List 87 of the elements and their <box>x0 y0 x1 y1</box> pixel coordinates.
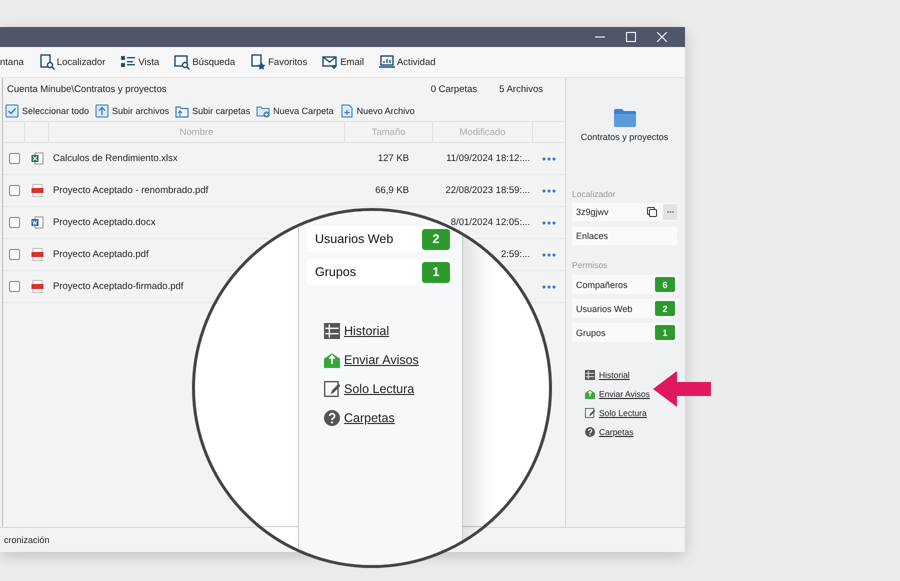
copy-icon[interactable] <box>647 207 657 217</box>
permission-item[interactable]: Usuarios Web 2 <box>572 299 677 318</box>
star-icon <box>250 54 266 70</box>
arrow-icon <box>653 371 711 407</box>
file-name[interactable]: Proyecto Aceptado-firmado.pdf <box>53 281 184 292</box>
document-file-icon <box>30 216 44 229</box>
toolbar-button[interactable]: Email <box>322 54 364 70</box>
permission-item[interactable]: Usuarios Web 2 <box>307 226 452 252</box>
checkbox-icon <box>5 104 19 118</box>
list-icon <box>120 54 136 70</box>
locator-field[interactable]: 3z9gjwv <box>572 203 677 221</box>
toolbar-button[interactable]: Vista <box>120 54 160 70</box>
spreadsheet-file-icon <box>30 152 44 165</box>
toolbar-button[interactable]: Búsqueda <box>174 54 236 70</box>
row-checkbox[interactable] <box>8 153 20 164</box>
locator-code: 3z9gjwv <box>576 207 610 217</box>
more-icon[interactable] <box>542 188 556 192</box>
action-button[interactable]: Subir carpetas <box>175 104 250 118</box>
edit-icon <box>585 408 595 418</box>
sidebar-link[interactable]: Carpetas <box>344 411 395 425</box>
table-icon <box>585 370 595 380</box>
row-checkbox[interactable] <box>8 185 20 196</box>
count-badge: 1 <box>422 262 450 282</box>
file-name[interactable]: Calculos de Rendimiento.xlsx <box>53 153 178 164</box>
upload-icon <box>95 104 110 118</box>
modified-date: 11/09/2024 18:12:... <box>446 153 530 164</box>
file-size: 66,9 KB <box>375 185 409 196</box>
close-icon <box>656 32 666 42</box>
maximize-icon <box>626 32 636 42</box>
action-button[interactable]: Subir archivos <box>95 104 170 118</box>
modified-date: 22/08/2023 18:59:... <box>445 185 530 196</box>
sidebar-link[interactable]: Solo Lectura <box>599 408 647 418</box>
action-button[interactable]: Nueva Carpeta <box>256 104 334 118</box>
links-button[interactable]: Enlaces <box>572 227 677 245</box>
help-icon <box>324 410 340 426</box>
count-badge: 2 <box>655 301 675 316</box>
toolbar-button[interactable]: Localizador <box>38 54 106 70</box>
toolbar-button[interactable]: ntana <box>0 56 24 68</box>
pdf-file-icon <box>30 184 44 197</box>
permission-item[interactable]: Compañeros 6 <box>572 275 677 294</box>
sidebar-link[interactable]: Historial <box>599 370 630 380</box>
action-button[interactable]: Seleccionar todo <box>5 104 90 118</box>
folder-count: 0 Carpetas <box>430 84 478 94</box>
section-label: Localizador <box>572 189 616 199</box>
modified-date: 2:59:... <box>500 249 530 260</box>
row-checkbox[interactable] <box>8 281 20 292</box>
table-icon <box>324 323 340 339</box>
file-name[interactable]: Proyecto Aceptado - renombrado.pdf <box>53 185 208 196</box>
monitor-icon <box>378 54 395 70</box>
more-icon[interactable] <box>542 252 556 256</box>
pdf-file-icon <box>30 248 44 261</box>
search-icon <box>174 54 190 70</box>
section-label: Permisos <box>572 260 608 270</box>
toolbar-button[interactable]: Favoritos <box>250 54 308 70</box>
file-name[interactable]: Proyecto Aceptado.pdf <box>53 249 149 260</box>
more-icon[interactable] <box>542 220 556 224</box>
status-text: cronización <box>4 535 50 545</box>
permission-item[interactable]: Grupos 1 <box>572 323 677 342</box>
sidebar-link[interactable]: Carpetas <box>599 427 634 437</box>
row-checkbox[interactable] <box>8 217 20 228</box>
toolbar-button[interactable]: Actividad <box>378 54 436 70</box>
folder-add-icon <box>256 104 270 118</box>
file-add-icon <box>340 104 354 118</box>
pdf-file-icon <box>30 280 44 293</box>
folder-upload-icon <box>175 104 190 118</box>
sidebar-link[interactable]: Solo Lectura <box>344 382 414 396</box>
count-badge: 6 <box>655 277 675 292</box>
folder-path: Cuenta Minube\Contratos y proyectos <box>7 84 168 94</box>
edit-icon <box>324 381 340 397</box>
sidebar-link[interactable]: Enviar Avisos <box>344 353 419 367</box>
sidebar-link[interactable]: Historial <box>344 324 390 338</box>
folder-icon <box>614 109 636 127</box>
file-size: 127 KB <box>378 153 409 164</box>
file-name[interactable]: Proyecto Aceptado.docx <box>53 217 156 228</box>
action-button[interactable]: Nuevo Archivo <box>340 104 415 118</box>
more-icon[interactable] <box>542 284 556 288</box>
permission-item[interactable]: Grupos 1 <box>307 259 452 285</box>
more-icon[interactable] <box>542 156 556 160</box>
sidebar-link[interactable]: Enviar Avisos <box>599 389 650 399</box>
count-badge: 1 <box>655 325 675 340</box>
help-icon <box>585 427 595 437</box>
mail-icon <box>322 54 338 70</box>
file-count: 5 Archivos <box>499 84 543 94</box>
row-checkbox[interactable] <box>8 249 20 260</box>
count-badge: 2 <box>422 228 450 250</box>
folder-name: Contratos y proyectos <box>580 132 668 142</box>
modified-date: 8/01/2024 12:05:... <box>450 217 530 228</box>
